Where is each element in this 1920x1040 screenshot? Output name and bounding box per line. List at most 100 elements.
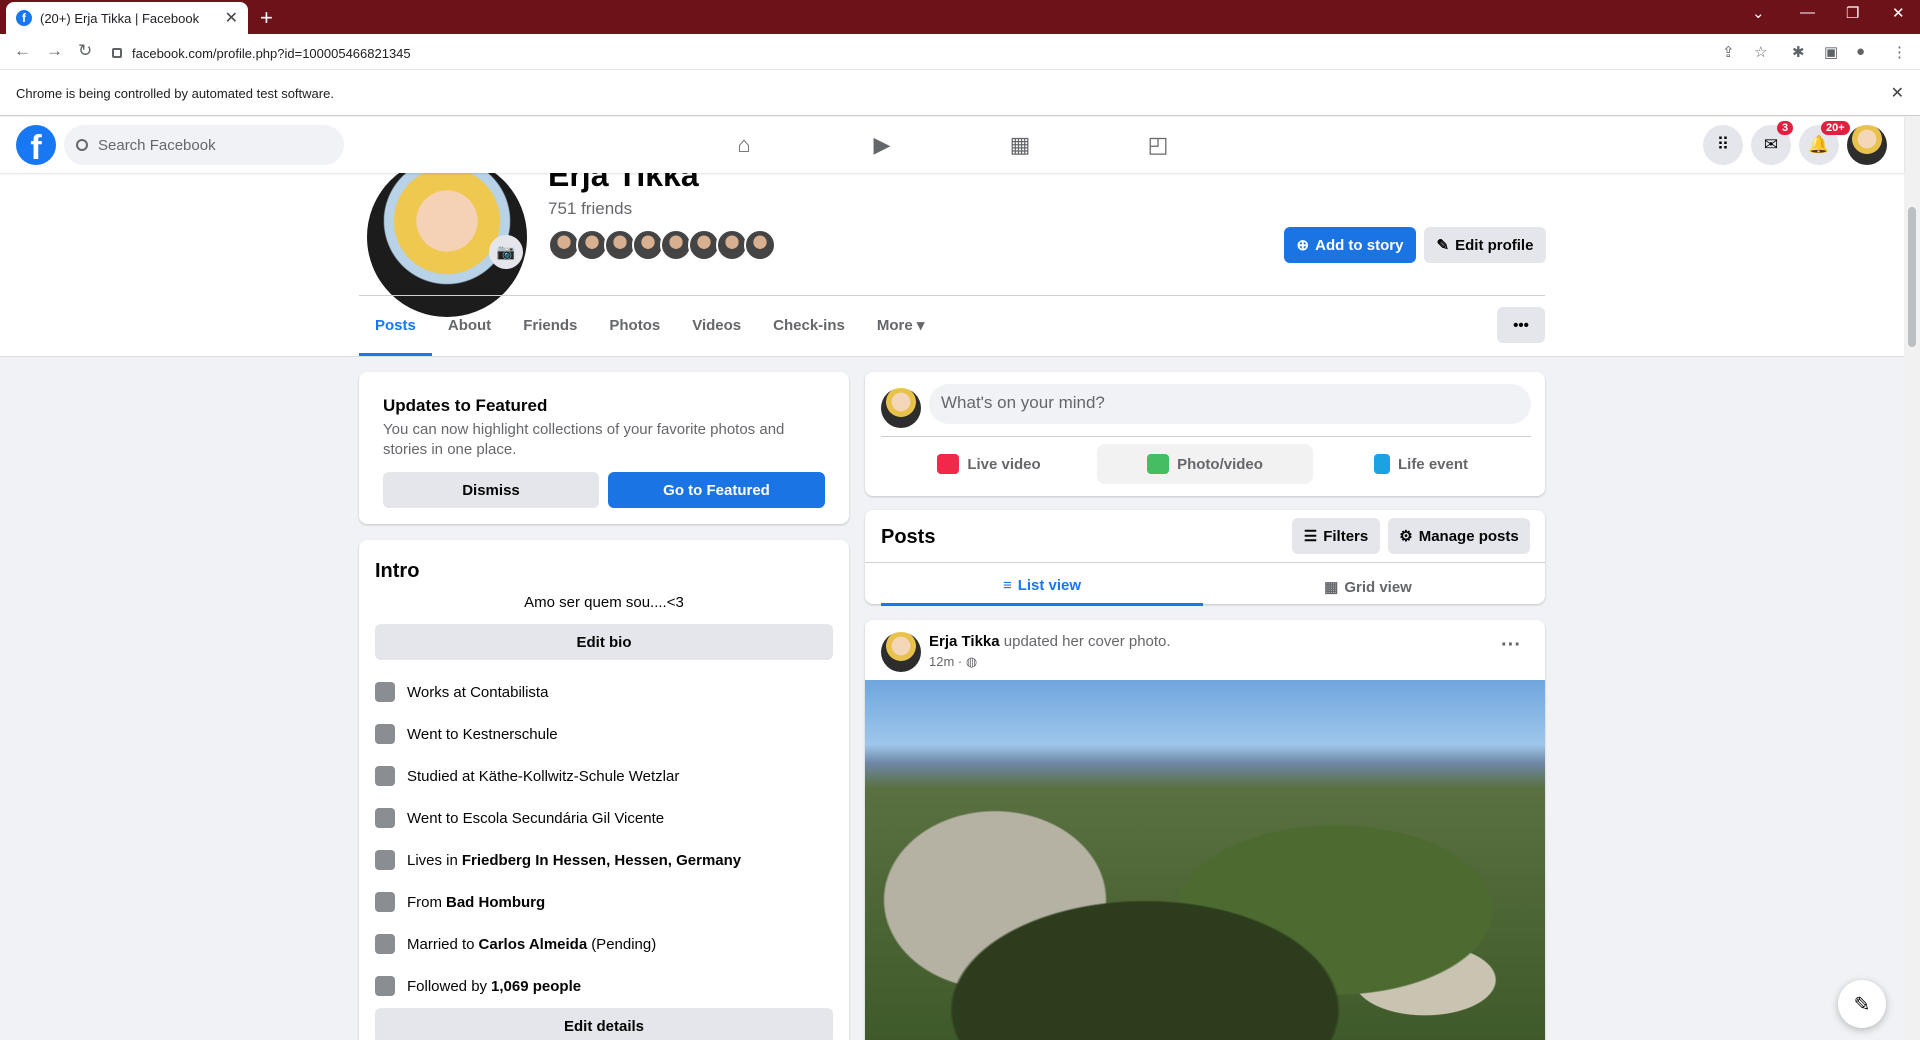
scrollbar-thumb[interactable] bbox=[1908, 207, 1916, 347]
live-video-icon bbox=[937, 454, 960, 474]
grid-icon: ▦ bbox=[1324, 579, 1339, 596]
profile-header: 📷 Erja Tikka 751 friends ⊕ Add to story … bbox=[0, 153, 1904, 357]
intro-item-link[interactable]: Friedberg In Hessen, Hessen, Germany bbox=[462, 852, 741, 869]
intro-item-link[interactable]: Bad Homburg bbox=[446, 894, 545, 911]
account-avatar[interactable] bbox=[1847, 125, 1887, 165]
friends-count[interactable]: 751 friends bbox=[548, 199, 632, 219]
home-icon[interactable]: ⌂ bbox=[728, 129, 760, 161]
infobar-text: Chrome is being controlled by automated … bbox=[16, 86, 334, 101]
bookmark-star-icon[interactable]: ☆ bbox=[1754, 43, 1767, 61]
intro-item-prefix: Followed by bbox=[407, 977, 488, 995]
composer-card: What's on your mind? Live video Photo/vi… bbox=[865, 372, 1545, 496]
globe-icon: ◍ bbox=[965, 654, 978, 669]
browser-tab[interactable]: f (20+) Erja Tikka | Facebook ✕ bbox=[6, 2, 248, 34]
featured-title: Updates to Featured bbox=[383, 396, 548, 415]
edit-bio-button[interactable]: Edit bio bbox=[375, 624, 833, 660]
messenger-icon[interactable]: ✉ 3 bbox=[1751, 121, 1794, 165]
live-video-label: Live video bbox=[967, 455, 1041, 473]
share-icon[interactable]: ⇪ bbox=[1722, 43, 1735, 61]
restore-icon[interactable]: ❐ bbox=[1846, 4, 1859, 22]
intro-item-from: From Bad Homburg bbox=[375, 892, 549, 912]
intro-item-text: Studied at Käthe-Kollwitz-Schule Wetzlar bbox=[407, 767, 680, 785]
tab-about[interactable]: About bbox=[432, 296, 507, 356]
facebook-header: f Search Facebook ⌂ ▶ ▦ ◰ ⠿ ✉ 3 🔔 20+ bbox=[0, 117, 1904, 173]
list-view-tab[interactable]: ≡ List view bbox=[881, 568, 1203, 606]
edit-profile-label: Edit profile bbox=[1455, 236, 1534, 254]
messenger-badge: 3 bbox=[1777, 121, 1794, 135]
search-input[interactable]: Search Facebook bbox=[64, 125, 344, 165]
new-tab-icon[interactable]: + bbox=[260, 5, 273, 31]
watch-icon[interactable]: ▶ bbox=[866, 129, 898, 161]
menu-grid-icon[interactable]: ⠿ bbox=[1703, 125, 1743, 165]
reload-icon[interactable]: ↻ bbox=[78, 41, 92, 61]
dismiss-button[interactable]: Dismiss bbox=[383, 472, 599, 508]
gear-icon: ⚙ bbox=[1399, 528, 1413, 545]
facebook-logo-icon[interactable]: f bbox=[16, 125, 56, 167]
filters-button[interactable]: ☰ Filters bbox=[1292, 518, 1380, 554]
page-scrollbar[interactable] bbox=[1904, 117, 1920, 1040]
tab-search-icon[interactable]: ⌄ bbox=[1752, 4, 1765, 22]
marketplace-icon[interactable]: ▦ bbox=[1004, 129, 1036, 161]
side-panel-icon[interactable]: ▣ bbox=[1824, 43, 1838, 61]
notifications-bell-icon[interactable]: 🔔 20+ bbox=[1799, 121, 1850, 165]
tab-more[interactable]: More ▾ bbox=[861, 296, 941, 356]
intro-item-lives: Lives in Friedberg In Hessen, Hessen, Ger… bbox=[375, 850, 745, 870]
post-action-text: updated her cover photo. bbox=[1003, 633, 1171, 650]
close-infobar-icon[interactable]: ✕ bbox=[1891, 83, 1904, 103]
camera-icon[interactable]: 📷 bbox=[489, 235, 523, 269]
edit-details-button[interactable]: Edit details bbox=[375, 1008, 833, 1040]
profile-icon[interactable]: ● bbox=[1856, 43, 1865, 60]
menu-icon[interactable]: ⋮ bbox=[1892, 43, 1907, 61]
tab-strip: f (20+) Erja Tikka | Facebook ✕ + ⌄ — ❐ … bbox=[0, 0, 1920, 34]
caret-down-icon: ▾ bbox=[916, 317, 925, 334]
extensions-icon[interactable]: ✱ bbox=[1792, 43, 1805, 61]
post-author-name[interactable]: Erja Tikka bbox=[929, 633, 1000, 650]
post-header: Erja Tikka updated her cover photo. bbox=[929, 633, 1171, 650]
manage-posts-button[interactable]: ⚙ Manage posts bbox=[1388, 518, 1530, 554]
composer-avatar[interactable] bbox=[881, 388, 921, 428]
post-author-avatar[interactable] bbox=[881, 632, 921, 672]
close-tab-icon[interactable]: ✕ bbox=[225, 8, 238, 28]
posts-title: Posts bbox=[881, 526, 936, 548]
graduation-cap-icon bbox=[375, 808, 395, 828]
facebook-favicon-icon: f bbox=[16, 10, 32, 26]
photo-video-button[interactable]: Photo/video bbox=[1097, 444, 1313, 484]
intro-item-link[interactable]: Carlos Almeida bbox=[479, 936, 588, 953]
post-card: Erja Tikka updated her cover photo. 12m … bbox=[865, 620, 1545, 1040]
post-image[interactable] bbox=[865, 680, 1545, 1040]
tab-friends[interactable]: Friends bbox=[507, 296, 593, 356]
gaming-icon[interactable]: ◰ bbox=[1142, 129, 1174, 161]
tab-check-ins[interactable]: Check-ins bbox=[757, 296, 861, 356]
intro-item-prefix: From bbox=[407, 893, 442, 911]
url-text: facebook.com/profile.php?id=100005466821… bbox=[132, 45, 411, 61]
rss-feed-icon bbox=[375, 976, 395, 996]
more-options-button[interactable]: ••• bbox=[1497, 307, 1545, 343]
post-timestamp[interactable]: 12m · ◍ bbox=[929, 654, 977, 670]
close-window-icon[interactable]: ✕ bbox=[1892, 4, 1905, 22]
profile-tabs: Posts About Friends Photos Videos Check-… bbox=[359, 296, 940, 356]
grid-view-tab[interactable]: ▦ Grid view bbox=[1207, 568, 1529, 606]
forward-icon[interactable]: → bbox=[46, 41, 63, 61]
filters-icon: ☰ bbox=[1303, 528, 1318, 545]
life-event-label: Life event bbox=[1397, 455, 1469, 473]
friend-avatar[interactable] bbox=[744, 229, 776, 261]
live-video-button[interactable]: Live video bbox=[881, 444, 1097, 484]
posts-card: Posts ☰ Filters ⚙ Manage posts ≡ List view … bbox=[865, 510, 1545, 606]
intro-item-school-2: Went to Escola Secundária Gil Vicente bbox=[375, 808, 664, 828]
minimize-icon[interactable]: — bbox=[1800, 4, 1815, 21]
grid-view-label: Grid view bbox=[1344, 578, 1412, 596]
whats-on-your-mind-input[interactable]: What's on your mind? bbox=[929, 384, 1531, 424]
tab-videos[interactable]: Videos bbox=[676, 296, 757, 356]
edit-profile-button[interactable]: ✎ Edit profile bbox=[1424, 227, 1546, 263]
post-options-icon[interactable]: ··· bbox=[1501, 634, 1521, 657]
tab-photos[interactable]: Photos bbox=[593, 296, 676, 356]
new-message-icon[interactable]: ✎ bbox=[1838, 980, 1886, 1028]
go-to-featured-button[interactable]: Go to Featured bbox=[608, 472, 825, 508]
back-icon[interactable]: ← bbox=[14, 41, 31, 61]
photo-video-label: Photo/video bbox=[1177, 455, 1263, 473]
life-event-button[interactable]: Life event bbox=[1313, 444, 1529, 484]
url-field[interactable]: facebook.com/profile.php?id=100005466821… bbox=[112, 40, 1682, 66]
intro-item-link[interactable]: 1,069 people bbox=[491, 978, 581, 995]
add-to-story-button[interactable]: ⊕ Add to story bbox=[1284, 227, 1416, 263]
tab-posts[interactable]: Posts bbox=[359, 296, 432, 356]
